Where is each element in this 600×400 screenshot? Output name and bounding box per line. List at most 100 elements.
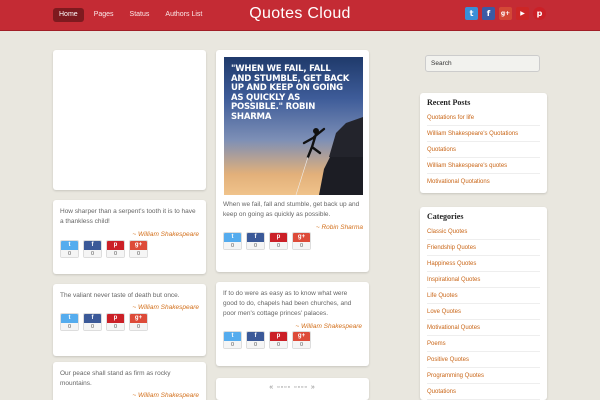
twitter-icon: t — [61, 314, 78, 323]
tweet-button[interactable]: t0 — [60, 313, 79, 331]
quote-author[interactable]: ~ William Shakespeare — [60, 392, 199, 399]
quote-author[interactable]: ~ William Shakespeare — [223, 323, 362, 330]
share-count: 0 — [61, 323, 78, 330]
categories-title: Categories — [427, 212, 464, 221]
quote-card: Our peace shall stand as firm as rocky m… — [53, 362, 206, 400]
facebook-share-button[interactable]: f0 — [246, 331, 265, 349]
share-buttons: t0 f0 p0 g+ 0 — [223, 331, 362, 349]
pinterest-share-button[interactable]: p0 — [269, 331, 288, 349]
share-count: 0 — [224, 341, 241, 348]
quote-text: When we fail, fall and stumble, get back… — [223, 201, 360, 218]
share-buttons: t0 f0 p0 g+ 0 — [60, 313, 199, 331]
quote-card: The valiant never taste of death but onc… — [53, 284, 206, 356]
image-quote-text: "WHEN WE FAIL, FALL AND STUMBLE, GET BAC… — [231, 64, 350, 122]
quote-author[interactable]: ~ Robin Sharma — [223, 224, 363, 231]
share-buttons: t0 f0 p0 g+ 0 — [60, 240, 199, 258]
quote-card: How sharper than a serpent's tooth it is… — [53, 200, 206, 274]
twitter-icon: t — [224, 332, 241, 341]
gplus-share-button[interactable]: g+ 0 — [292, 331, 311, 349]
category-link[interactable]: Positive Quotes — [427, 352, 540, 368]
category-link[interactable]: Friendship Quotes — [427, 240, 540, 256]
pinterest-share-button[interactable]: p0 — [106, 313, 125, 331]
category-link[interactable]: Happiness Quotes — [427, 256, 540, 272]
recent-post-link[interactable]: Motivational Quotations — [427, 174, 540, 189]
recent-posts-title: Recent Posts — [427, 98, 471, 107]
recent-post-link[interactable]: William Shakespeare's quotes — [427, 158, 540, 174]
tweet-button[interactable]: t0 — [223, 232, 242, 250]
pinterest-share-button[interactable]: p0 — [106, 240, 125, 258]
share-count: 0 — [293, 242, 310, 249]
top-navbar: Home Pages Status Authors List Quotes Cl… — [0, 0, 600, 31]
quote-author[interactable]: ~ William Shakespeare — [60, 304, 199, 311]
category-link[interactable]: Motivational Quotes — [427, 320, 540, 336]
pagination-card: « ▫▫▫▫ ▫▫▫▫ » — [216, 378, 369, 400]
google-plus-icon: g+ — [130, 314, 147, 323]
tweet-button[interactable]: t0 — [223, 331, 242, 349]
category-link[interactable]: Love Quotes — [427, 304, 540, 320]
facebook-share-button[interactable]: f0 — [246, 232, 265, 250]
search-input[interactable]: Search — [425, 55, 540, 72]
google-plus-icon[interactable]: g+ — [499, 7, 512, 20]
facebook-icon: f — [84, 241, 101, 250]
quote-text: Our peace shall stand as firm as rocky m… — [60, 370, 171, 387]
share-buttons: t0 f0 p0 g+ 0 — [223, 232, 363, 250]
quote-text: If to do were as easy as to know what we… — [223, 290, 352, 317]
twitter-icon: t — [61, 241, 78, 250]
youtube-icon[interactable]: ▶ — [516, 7, 529, 20]
pinterest-icon: p — [107, 241, 124, 250]
pinterest-icon: p — [270, 233, 287, 242]
share-count: 0 — [224, 242, 241, 249]
facebook-icon[interactable]: f — [482, 7, 495, 20]
google-plus-icon: g+ — [130, 241, 147, 250]
facebook-share-button[interactable]: f0 — [83, 313, 102, 331]
share-count: 0 — [293, 341, 310, 348]
facebook-icon: f — [247, 332, 264, 341]
image-quote-card: "WHEN WE FAIL, FALL AND STUMBLE, GET BAC… — [216, 50, 369, 272]
quote-text: The valiant never taste of death but onc… — [60, 292, 180, 299]
twitter-icon[interactable]: t — [465, 7, 478, 20]
recent-post-link[interactable]: Quotations for life — [427, 110, 540, 126]
pinterest-icon: p — [270, 332, 287, 341]
category-link[interactable]: Quotations — [427, 384, 540, 400]
gplus-share-button[interactable]: g+ 0 — [292, 232, 311, 250]
quote-image[interactable]: "WHEN WE FAIL, FALL AND STUMBLE, GET BAC… — [224, 57, 363, 195]
pagination[interactable]: « ▫▫▫▫ ▫▫▫▫ » — [222, 384, 363, 391]
share-count: 0 — [247, 242, 264, 249]
recent-post-link[interactable]: William Shakespeare's Quotations — [427, 126, 540, 142]
quote-card: If to do were as easy as to know what we… — [216, 282, 369, 366]
categories-widget: Categories Classic Quotes Friendship Quo… — [420, 207, 547, 400]
google-plus-icon: g+ — [293, 233, 310, 242]
pinterest-share-button[interactable]: p0 — [269, 232, 288, 250]
category-link[interactable]: Programming Quotes — [427, 368, 540, 384]
recent-post-link[interactable]: Quotations — [427, 142, 540, 158]
pinterest-icon[interactable]: p — [533, 7, 546, 20]
share-count: 0 — [247, 341, 264, 348]
share-count: 0 — [84, 250, 101, 257]
category-link[interactable]: Classic Quotes — [427, 224, 540, 240]
blank-card — [53, 50, 206, 190]
share-count: 0 — [107, 250, 124, 257]
category-link[interactable]: Poems — [427, 336, 540, 352]
facebook-icon: f — [84, 314, 101, 323]
share-count: 0 — [61, 250, 78, 257]
category-link[interactable]: Life Quotes — [427, 288, 540, 304]
share-count: 0 — [107, 323, 124, 330]
share-count: 0 — [270, 341, 287, 348]
recent-posts-widget: Recent Posts Quotations for life William… — [420, 93, 547, 193]
gplus-share-button[interactable]: g+ 0 — [129, 240, 148, 258]
share-count: 0 — [130, 250, 147, 257]
social-links: t f g+ ▶ p — [465, 7, 546, 20]
quote-text: How sharper than a serpent's tooth it is… — [60, 208, 196, 225]
twitter-icon: t — [224, 233, 241, 242]
tweet-button[interactable]: t0 — [60, 240, 79, 258]
share-count: 0 — [270, 242, 287, 249]
facebook-share-button[interactable]: f0 — [83, 240, 102, 258]
share-count: 0 — [84, 323, 101, 330]
gplus-share-button[interactable]: g+ 0 — [129, 313, 148, 331]
google-plus-icon: g+ — [293, 332, 310, 341]
quote-author[interactable]: ~ William Shakespeare — [60, 231, 199, 238]
category-link[interactable]: Inspirational Quotes — [427, 272, 540, 288]
share-count: 0 — [130, 323, 147, 330]
pinterest-icon: p — [107, 314, 124, 323]
facebook-icon: f — [247, 233, 264, 242]
